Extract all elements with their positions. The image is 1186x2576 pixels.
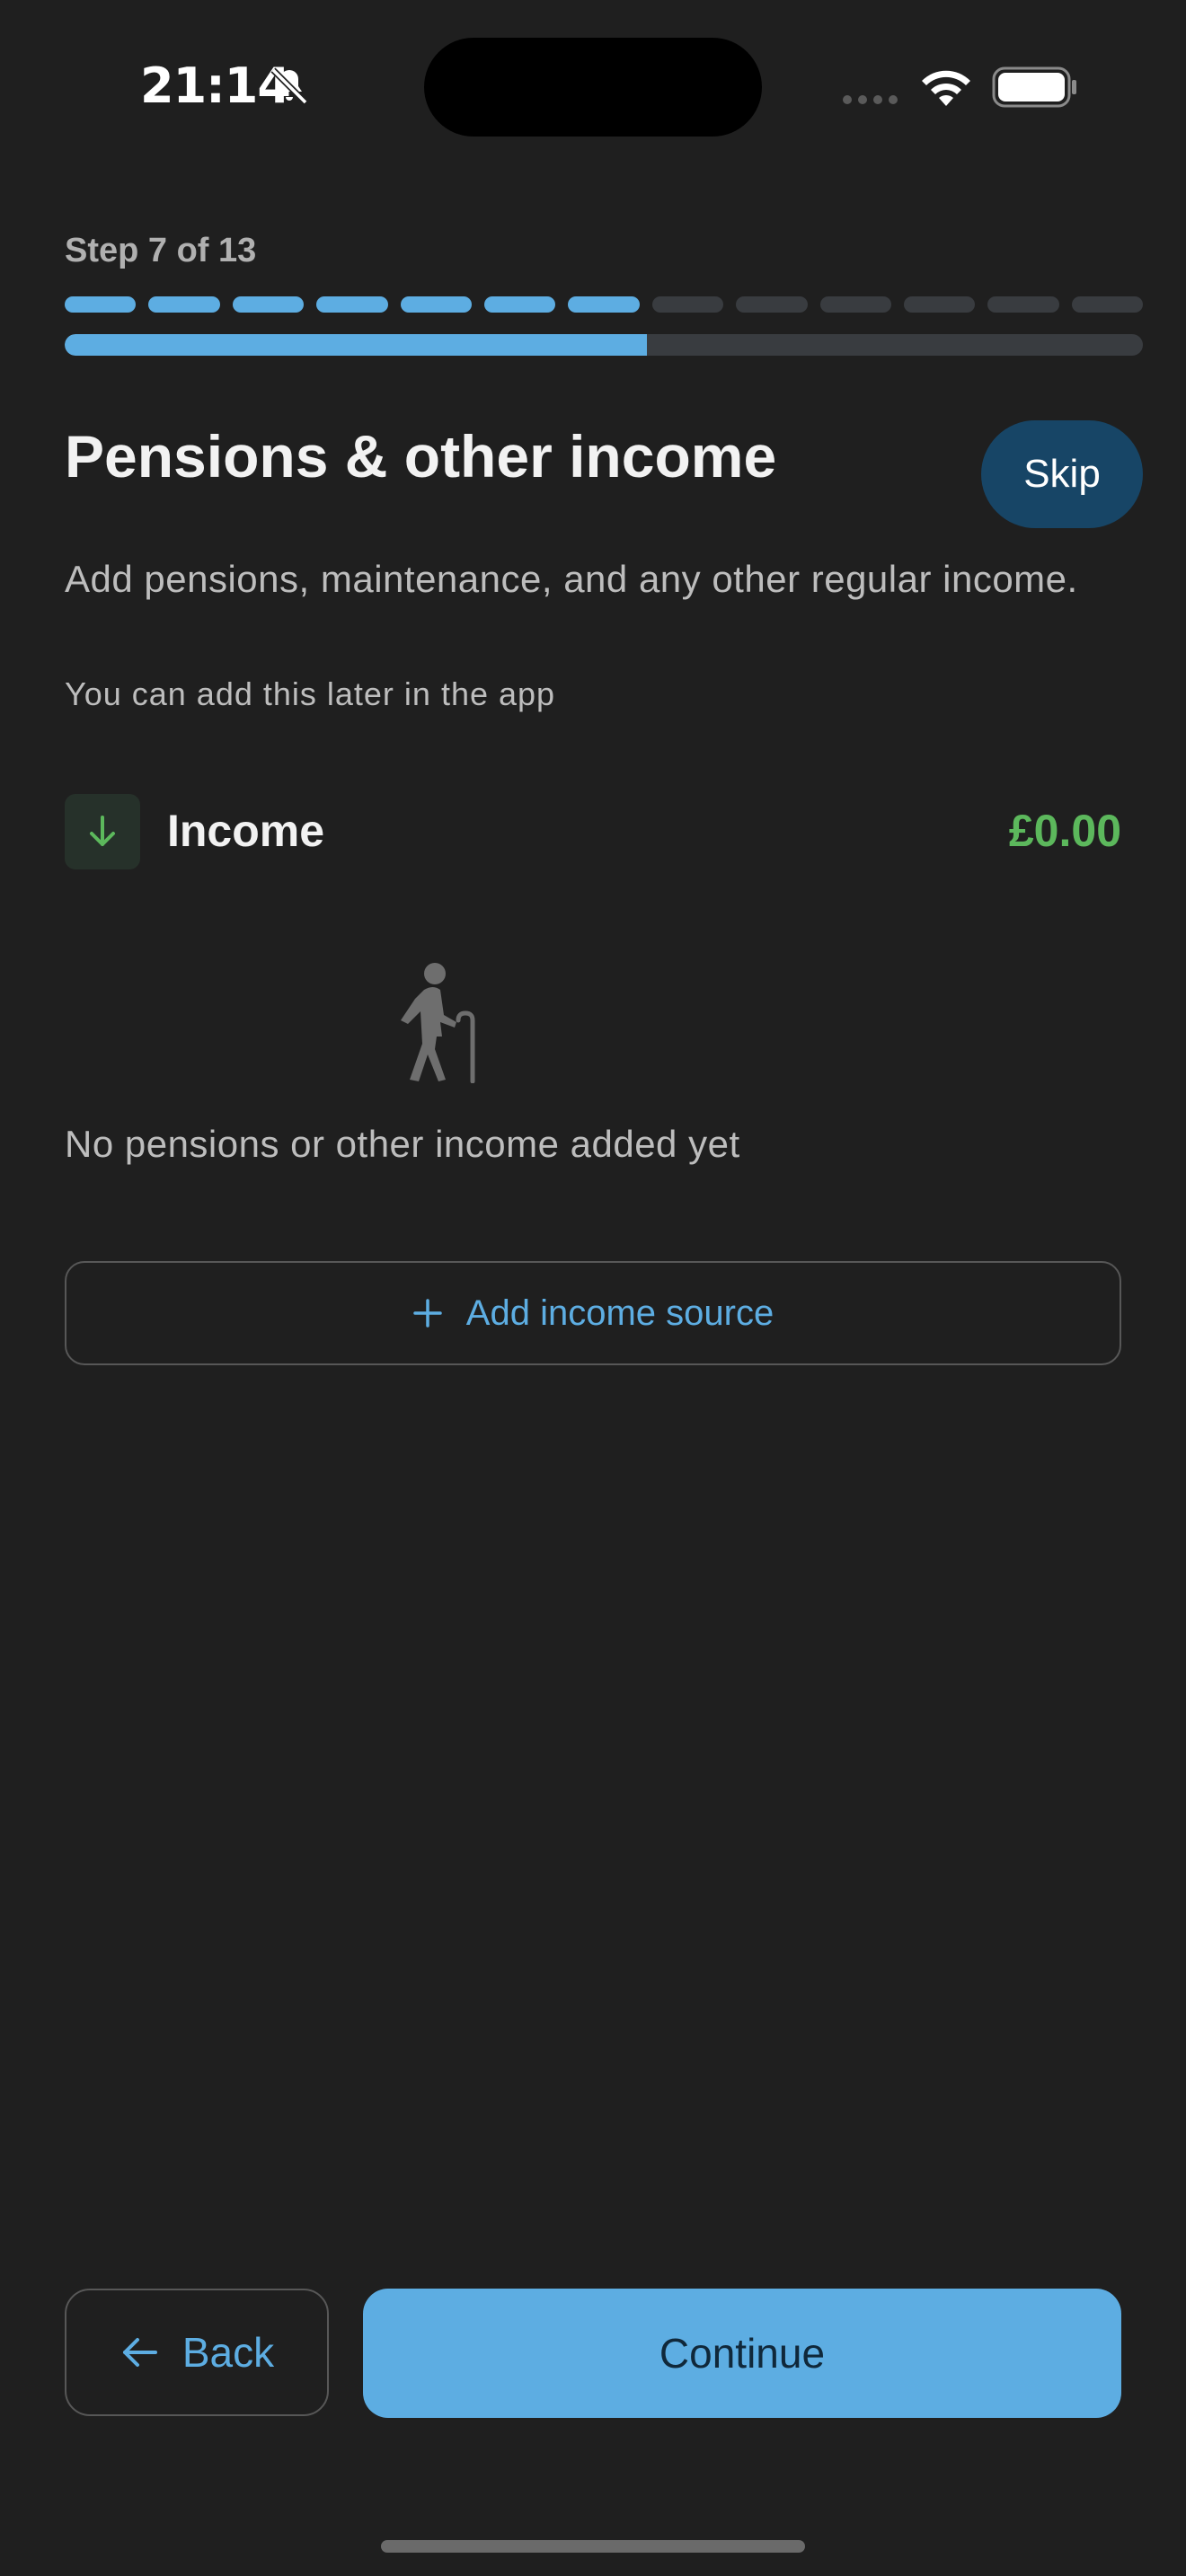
step-segment xyxy=(483,296,556,313)
step-segment xyxy=(232,296,305,313)
add-income-source-label: Add income source xyxy=(465,1292,774,1333)
wifi-icon xyxy=(922,70,970,106)
step-segments xyxy=(65,296,1144,313)
progress-bar xyxy=(65,334,1143,356)
battery-icon xyxy=(992,66,1076,108)
continue-button[interactable]: Continue xyxy=(363,2289,1121,2418)
progress-bar-fill xyxy=(65,334,647,356)
step-segment xyxy=(651,296,724,313)
income-total: £0.00 xyxy=(1008,806,1121,856)
step-segment xyxy=(400,296,472,313)
back-button[interactable]: Back xyxy=(65,2289,329,2416)
empty-state-message: No pensions or other income added yet xyxy=(65,1123,740,1165)
elderly-person-icon xyxy=(401,963,475,1083)
income-icon-box xyxy=(65,794,140,869)
home-indicator xyxy=(381,2540,805,2553)
step-segment xyxy=(568,296,640,313)
step-segment xyxy=(1071,296,1144,313)
step-segment xyxy=(987,296,1059,313)
step-segment xyxy=(65,296,137,313)
page-title: Pensions & other income xyxy=(65,423,777,490)
signal-icon xyxy=(843,95,898,104)
bell-slash-icon xyxy=(270,67,308,105)
income-label: Income xyxy=(167,806,325,856)
hint-text: You can add this later in the app xyxy=(65,675,556,712)
step-segment xyxy=(148,296,220,313)
dynamic-island xyxy=(424,38,762,137)
step-segment xyxy=(316,296,388,313)
description: Add pensions, maintenance, and any other… xyxy=(65,558,1078,600)
step-segment xyxy=(819,296,891,313)
arrow-down-icon xyxy=(90,816,115,846)
plus-icon xyxy=(413,1299,442,1328)
step-label: Step 7 of 13 xyxy=(65,232,257,269)
skip-button[interactable]: Skip xyxy=(981,420,1143,528)
add-income-source-button[interactable]: Add income source xyxy=(65,1261,1121,1365)
arrow-left-icon xyxy=(122,2338,157,2367)
step-segment xyxy=(736,296,808,313)
step-segment xyxy=(903,296,976,313)
back-label: Back xyxy=(181,2329,275,2376)
